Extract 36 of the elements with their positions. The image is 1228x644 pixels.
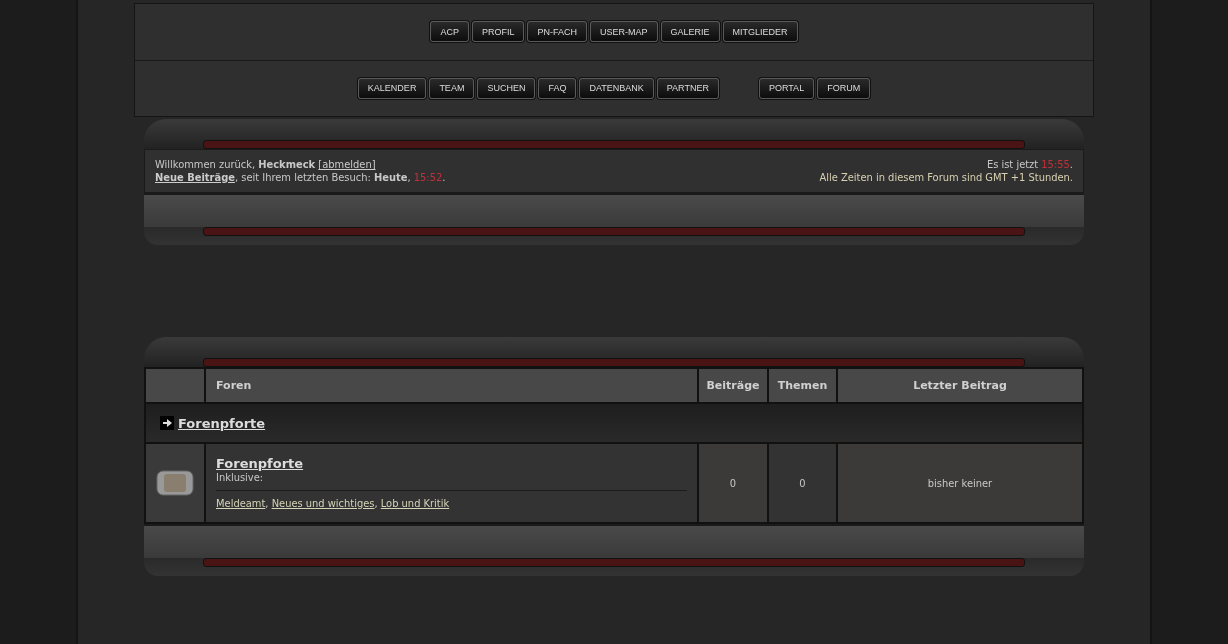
separator: , — [265, 497, 270, 510]
column-header: Letzter Beitrag — [837, 368, 1083, 403]
forum-link[interactable]: Forenpforte — [216, 456, 304, 471]
column-header: Beiträge — [698, 368, 768, 403]
column-header: Themen — [768, 368, 837, 403]
nav-button[interactable]: KALENDER — [357, 77, 427, 99]
timezone-note: Alle Zeiten in diesem Forum sind GMT +1 Stunden. — [819, 171, 1073, 184]
last-post: bisher keiner — [837, 443, 1083, 523]
nav-button[interactable]: ACP — [430, 21, 469, 43]
category-link[interactable]: Forenpforte — [178, 415, 266, 431]
nav-button[interactable]: FORUM — [817, 77, 871, 99]
nav-button[interactable]: SUCHEN — [477, 77, 536, 99]
current-time: Es ist jetzt 15:55. — [985, 158, 1073, 171]
subforum-link[interactable]: Neues und wichtiges — [271, 497, 375, 510]
separator: , — [374, 497, 379, 510]
forum-description: Inklusive: — [216, 471, 265, 484]
new-posts-link[interactable]: Neue Beiträge — [155, 171, 235, 184]
arrow-icon — [160, 416, 174, 430]
nav-button[interactable]: MITGLIEDER — [722, 21, 798, 43]
posts-count: 0 — [698, 443, 768, 523]
topics-count: 0 — [768, 443, 837, 523]
nav-button[interactable]: FAQ — [538, 77, 577, 99]
folder-icon — [156, 470, 194, 496]
nav-button[interactable]: DATENBANK — [579, 77, 654, 99]
nav-button[interactable]: PORTAL — [758, 77, 815, 99]
logout-link[interactable]: [abmelden] — [318, 158, 376, 171]
nav-button[interactable]: PROFIL — [471, 21, 525, 43]
last-visit-line: Neue Beiträge, seit Ihrem letzten Besuch: Heute, 15:52. — [155, 171, 446, 184]
nav-button[interactable]: PN-FACH — [527, 21, 587, 43]
nav-button[interactable]: GALERIE — [660, 21, 720, 43]
nav-button[interactable]: TEAM — [429, 77, 475, 99]
column-header: Foren — [205, 368, 698, 403]
nav-button[interactable]: USER-MAP — [590, 21, 658, 43]
nav-button[interactable]: PARTNER — [656, 77, 719, 99]
welcome-line: Willkommen zurück, Heckmeck [abmelden] — [155, 158, 377, 171]
subforum-link[interactable]: Lob und Kritik — [380, 497, 450, 510]
